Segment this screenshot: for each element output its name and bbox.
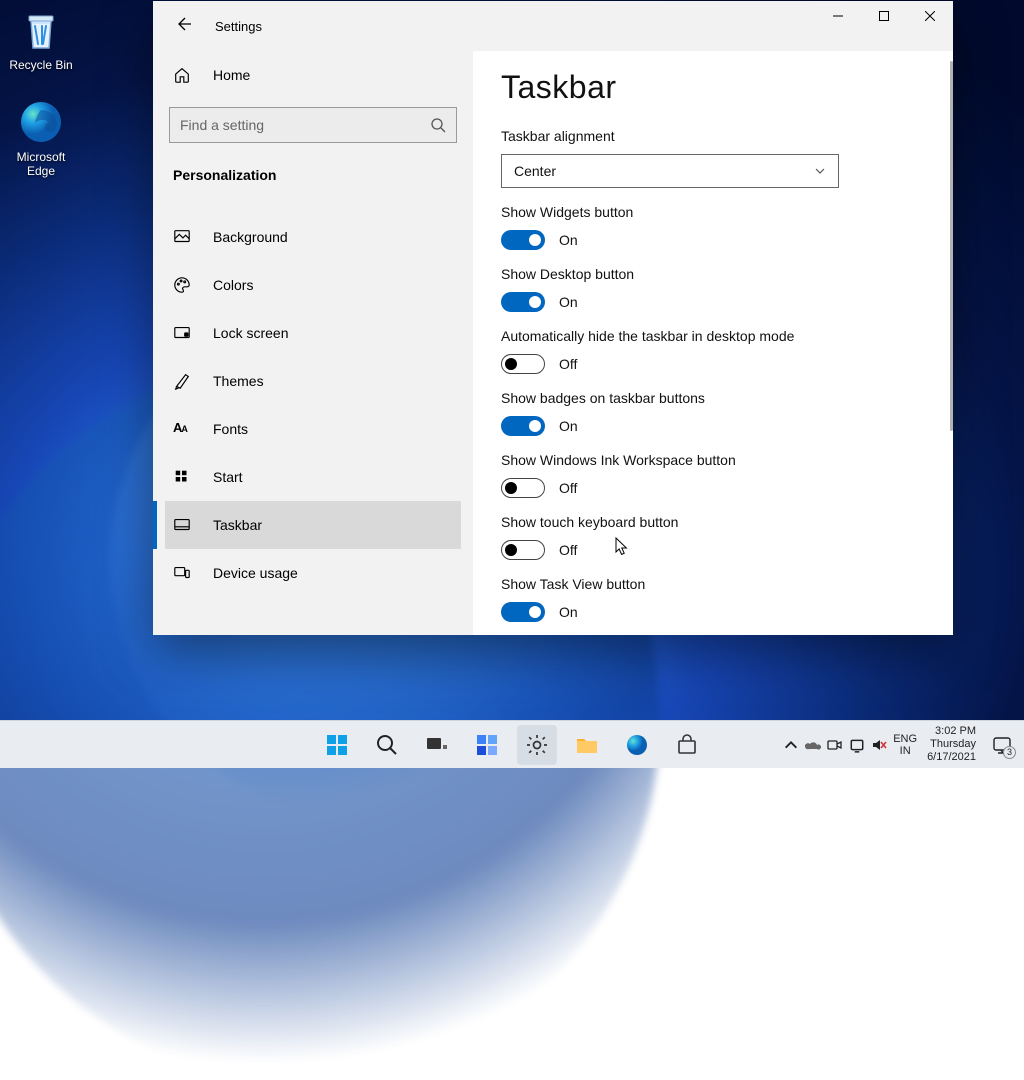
alignment-dropdown[interactable]: Center [501, 154, 839, 188]
desktop-icon-label: Recycle Bin [3, 58, 79, 72]
settings-panel: Taskbar Taskbar alignment Center Show Wi… [473, 51, 953, 635]
toggle-state: On [559, 418, 578, 434]
toggle-desktop-button[interactable] [501, 292, 545, 312]
toggle-task-view[interactable] [501, 602, 545, 622]
sidebar-section-title: Personalization [165, 143, 461, 195]
back-button[interactable] [177, 16, 193, 37]
taskbar-search[interactable] [367, 725, 407, 765]
setting-label-alignment: Taskbar alignment [501, 128, 925, 144]
page-title: Taskbar [501, 69, 925, 106]
tray-language[interactable]: ENG IN [893, 733, 917, 757]
sidebar-item-label: Fonts [213, 421, 248, 437]
settings-window: Settings Home Personalization Background [153, 1, 953, 635]
taskbar-center [317, 725, 707, 765]
toggle-state: Off [559, 542, 577, 558]
desktop-icon-recycle-bin[interactable]: Recycle Bin [3, 6, 79, 72]
sidebar-item-label: Background [213, 229, 288, 245]
tray-network-icon[interactable] [849, 737, 865, 753]
toggle-state: Off [559, 356, 577, 372]
sidebar-item-background[interactable]: Background [165, 213, 461, 261]
system-tray: ENG IN 3:02 PM Thursday 6/17/2021 3 [783, 721, 1018, 768]
nav-home-label: Home [213, 67, 250, 83]
tray-onedrive-icon[interactable] [805, 737, 821, 753]
scrollbar[interactable] [950, 61, 953, 431]
recycle-bin-icon [17, 6, 65, 54]
sidebar-item-start[interactable]: Start [165, 453, 461, 501]
tray-notifications[interactable]: 3 [986, 729, 1018, 761]
sidebar-item-fonts[interactable]: AA Fonts [165, 405, 461, 453]
sidebar-item-lock-screen[interactable]: Lock screen [165, 309, 461, 357]
toggle-ink-workspace[interactable] [501, 478, 545, 498]
sidebar-item-label: Lock screen [213, 325, 288, 341]
sidebar-item-label: Taskbar [213, 517, 262, 533]
nav-home[interactable]: Home [165, 51, 461, 99]
sidebar-item-label: Themes [213, 373, 264, 389]
toggle-touch-keyboard[interactable] [501, 540, 545, 560]
sidebar-item-label: Device usage [213, 565, 298, 581]
edge-icon [17, 98, 65, 146]
fonts-icon: AA [173, 420, 191, 438]
minimize-button[interactable] [815, 1, 861, 31]
start-button[interactable] [317, 725, 357, 765]
taskbar-store[interactable] [667, 725, 707, 765]
setting-label: Show Windows Ink Workspace button [501, 452, 925, 468]
taskbar-file-explorer[interactable] [567, 725, 607, 765]
desktop-icon-label: Microsoft Edge [3, 150, 79, 178]
setting-label: Show badges on taskbar buttons [501, 390, 925, 406]
window-titlebar[interactable]: Settings [153, 1, 953, 51]
sidebar-item-device-usage[interactable]: Device usage [165, 549, 461, 597]
setting-label: Automatically hide the taskbar in deskto… [501, 328, 925, 344]
maximize-button[interactable] [861, 1, 907, 31]
toggle-state: On [559, 294, 578, 310]
settings-sidebar: Home Personalization Background Colors [153, 51, 473, 635]
toggle-state: On [559, 232, 578, 248]
toggle-auto-hide[interactable] [501, 354, 545, 374]
toggle-badges[interactable] [501, 416, 545, 436]
toggle-state: Off [559, 480, 577, 496]
sidebar-item-taskbar[interactable]: Taskbar [165, 501, 461, 549]
sidebar-item-label: Colors [213, 277, 253, 293]
sidebar-item-label: Start [213, 469, 243, 485]
close-button[interactable] [907, 1, 953, 31]
toggle-widgets[interactable] [501, 230, 545, 250]
window-title: Settings [215, 19, 262, 34]
search-box[interactable] [169, 107, 457, 143]
setting-label: Show Task View button [501, 576, 925, 592]
chevron-down-icon [814, 165, 826, 177]
tray-clock[interactable]: 3:02 PM Thursday 6/17/2021 [923, 725, 980, 764]
sidebar-item-themes[interactable]: Themes [165, 357, 461, 405]
tray-chevron-up-icon[interactable] [783, 737, 799, 753]
taskbar-task-view[interactable] [417, 725, 457, 765]
tray-volume-muted-icon[interactable] [871, 737, 887, 753]
setting-label: Show Widgets button [501, 204, 925, 220]
setting-label: Show touch keyboard button [501, 514, 925, 530]
taskbar: ENG IN 3:02 PM Thursday 6/17/2021 3 [0, 720, 1024, 768]
notification-badge: 3 [1003, 746, 1016, 759]
search-icon [430, 117, 446, 133]
toggle-state: On [559, 604, 578, 620]
tray-meet-now-icon[interactable] [827, 737, 843, 753]
search-input[interactable] [180, 117, 430, 133]
setting-label: Show Desktop button [501, 266, 925, 282]
taskbar-edge[interactable] [617, 725, 657, 765]
desktop-icon-edge[interactable]: Microsoft Edge [3, 98, 79, 178]
dropdown-value: Center [514, 163, 556, 179]
sidebar-item-colors[interactable]: Colors [165, 261, 461, 309]
taskbar-widgets[interactable] [467, 725, 507, 765]
taskbar-settings[interactable] [517, 725, 557, 765]
